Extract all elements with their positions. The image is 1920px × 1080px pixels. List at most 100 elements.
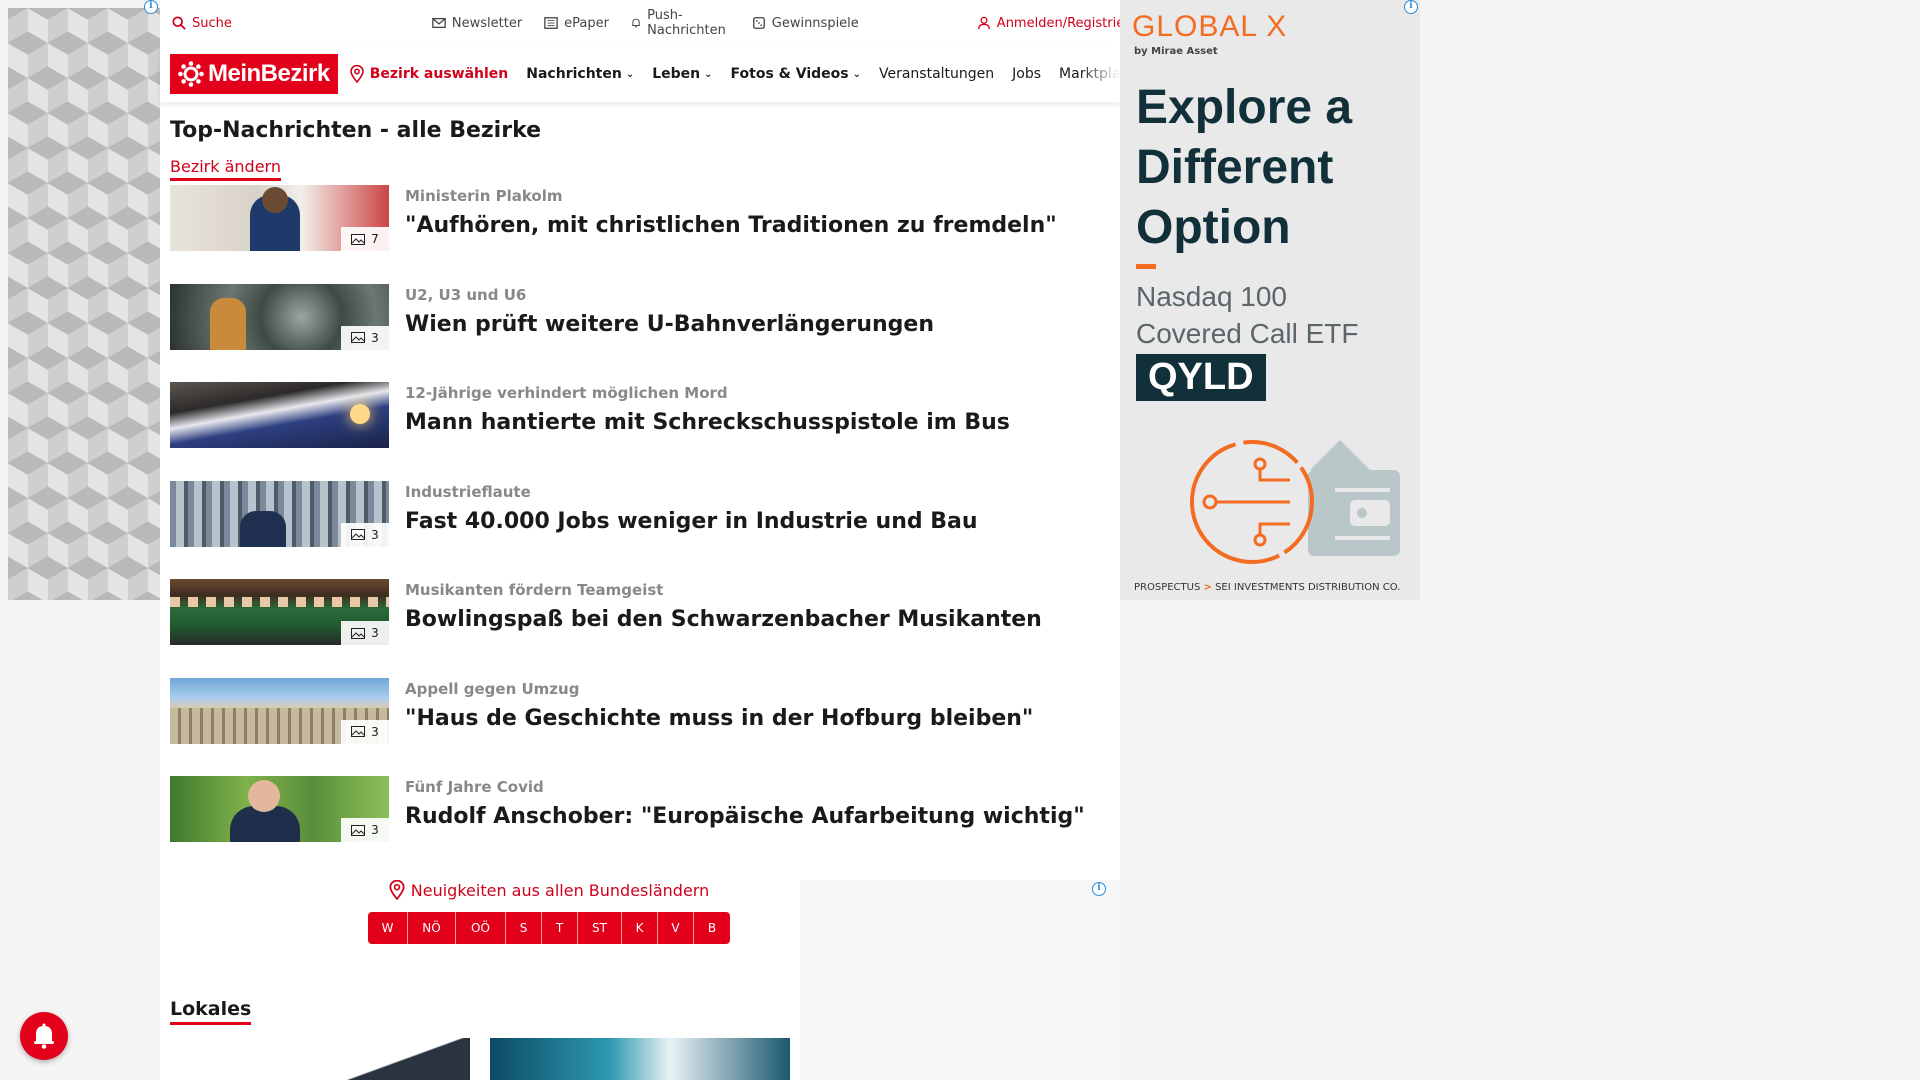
ad-ticker: QYLD xyxy=(1136,354,1266,401)
location-pin-icon xyxy=(389,880,405,900)
ad-circuit-wallet-icon xyxy=(1190,440,1400,564)
gallery-icon xyxy=(351,627,366,639)
news-item[interactable]: 3 Industrieflaute Fast 40.000 Jobs wenig… xyxy=(160,480,1120,580)
news-kicker: Musikanten fördern Teamgeist xyxy=(405,581,664,599)
nav-jobs[interactable]: Jobs xyxy=(1012,66,1041,82)
nav-veranstaltungen[interactable]: Veranstaltungen xyxy=(879,66,994,82)
state-pill-noe[interactable]: NÖ xyxy=(408,912,456,944)
state-pill-t[interactable]: T xyxy=(542,912,578,944)
left-skin-ad[interactable] xyxy=(8,8,160,600)
dice-icon xyxy=(752,17,765,29)
main-navbar: MeinBezirk Bezirk auswählen Nachrichten … xyxy=(160,46,1120,102)
lokales-thumbnail[interactable] xyxy=(170,1038,470,1080)
ad-info-icon[interactable]: i xyxy=(1404,0,1418,14)
ad-brand: GLOBAL X xyxy=(1132,10,1288,43)
news-text: Appell gegen Umzug "Haus de Geschichte m… xyxy=(405,678,1033,777)
news-text: Industrieflaute Fast 40.000 Jobs weniger… xyxy=(405,481,978,580)
logo-text: MeinBezirk xyxy=(208,60,330,87)
news-text: 12-Jährige verhindert möglichen Mord Man… xyxy=(405,382,1010,481)
chevron-down-icon: ⌄ xyxy=(704,68,713,80)
news-thumbnail[interactable]: 3 xyxy=(170,677,389,744)
news-text: U2, U3 und U6 Wien prüft weitere U-Bahnv… xyxy=(405,284,934,383)
states-section: Neuigkeiten aus allen Bundesländern W NÖ… xyxy=(299,880,799,944)
bell-icon xyxy=(632,18,640,28)
state-pill-w[interactable]: W xyxy=(368,912,408,944)
push-link[interactable]: Push-Nachrichten xyxy=(631,8,730,38)
photo-count-badge: 3 xyxy=(341,818,389,842)
epaper-link[interactable]: ePaper xyxy=(544,16,609,31)
state-pill-s[interactable]: S xyxy=(506,912,542,944)
news-item[interactable]: 3 Musikanten fördern Teamgeist Bowlingsp… xyxy=(160,579,1120,678)
lokales-thumbnail[interactable] xyxy=(490,1038,790,1080)
news-headline[interactable]: Fast 40.000 Jobs weniger in Industrie un… xyxy=(405,509,978,534)
ad-sub-line: Covered Call ETF xyxy=(1136,318,1359,349)
news-headline[interactable]: "Aufhören, mit christlichen Traditionen … xyxy=(405,213,1057,238)
nav-fotos-videos[interactable]: Fotos & Videos ⌄ xyxy=(731,66,861,82)
news-kicker: 12-Jährige verhindert möglichen Mord xyxy=(405,384,728,402)
news-item[interactable]: 12-Jährige verhindert möglichen Mord Man… xyxy=(160,382,1120,481)
news-headline[interactable]: Bowlingspaß bei den Schwarzenbacher Musi… xyxy=(405,607,1042,632)
push-label: Push-Nachrichten xyxy=(647,8,726,38)
newsletter-link[interactable]: Newsletter xyxy=(432,16,522,31)
news-headline[interactable]: Mann hantierte mit Schreckschusspistole … xyxy=(405,410,1010,435)
nav-nachrichten[interactable]: Nachrichten ⌄ xyxy=(526,66,634,82)
search-button[interactable]: Suche xyxy=(172,16,232,31)
inline-ad-slot[interactable] xyxy=(800,880,1120,1080)
news-thumbnail[interactable]: 3 xyxy=(170,776,389,842)
ad-sub-line: Nasdaq 100 xyxy=(1136,281,1288,312)
news-text: Ministerin Plakolm "Aufhören, mit christ… xyxy=(405,185,1057,284)
nav-leben[interactable]: Leben ⌄ xyxy=(652,66,712,82)
news-thumbnail[interactable]: 7 xyxy=(170,185,389,251)
nav-fade-overlay xyxy=(1080,46,1120,102)
gewinnspiele-label: Gewinnspiele xyxy=(771,15,859,31)
right-ad-banner[interactable]: GLOBAL X by Mirae Asset Explore a Differ… xyxy=(1120,0,1420,600)
gewinnspiele-link[interactable]: Gewinnspiele xyxy=(752,16,859,31)
news-thumbnail[interactable]: 3 xyxy=(170,579,389,645)
gallery-icon xyxy=(351,529,366,540)
news-text: Musikanten fördern Teamgeist Bowlingspaß… xyxy=(405,579,1042,678)
state-pill-st[interactable]: ST xyxy=(578,912,622,944)
news-headline[interactable]: Wien prüft weitere U-Bahnverlängerungen xyxy=(405,312,934,337)
gallery-icon xyxy=(351,726,366,737)
bezirk-select-button[interactable]: Bezirk auswählen xyxy=(349,65,509,83)
ad-info-icon[interactable]: i xyxy=(1092,882,1106,896)
news-thumbnail[interactable] xyxy=(170,382,389,448)
news-item[interactable]: 3 Fünf Jahre Covid Rudolf Anschober: "Eu… xyxy=(160,776,1120,875)
push-notification-button[interactable] xyxy=(20,1012,68,1060)
epaper-label: ePaper xyxy=(564,15,609,31)
state-pill-b[interactable]: B xyxy=(694,912,730,944)
change-bezirk-link[interactable]: Bezirk ändern xyxy=(170,157,281,181)
state-pill-ooe[interactable]: OÖ xyxy=(456,912,506,944)
page-title: Top-Nachrichten - alle Bezirke xyxy=(170,118,542,143)
thumb-figure xyxy=(240,510,286,547)
states-link[interactable]: Neuigkeiten aus allen Bundesländern xyxy=(299,880,799,900)
ad-headline: Explore a Different Option xyxy=(1136,78,1352,258)
ad-info-icon[interactable]: i xyxy=(144,0,158,14)
search-label: Suche xyxy=(192,15,232,31)
photo-count-badge: 7 xyxy=(341,227,389,251)
ad-footer-separator: > xyxy=(1203,582,1212,593)
news-item[interactable]: 3 U2, U3 und U6 Wien prüft weitere U-Bah… xyxy=(160,283,1120,383)
logo-sun-icon xyxy=(178,61,204,87)
photo-count-badge: 3 xyxy=(341,325,389,350)
news-item[interactable]: 3 Appell gegen Umzug "Haus de Geschichte… xyxy=(160,677,1120,777)
ad-distributor: SEI INVESTMENTS DISTRIBUTION CO. xyxy=(1215,582,1401,593)
ad-headline-line: Different xyxy=(1136,141,1334,194)
chevron-down-icon: ⌄ xyxy=(625,68,635,80)
news-kicker: Ministerin Plakolm xyxy=(405,187,563,205)
news-thumbnail[interactable]: 3 xyxy=(170,283,389,350)
lokales-heading[interactable]: Lokales xyxy=(170,998,252,1025)
news-headline[interactable]: Rudolf Anschober: "Europäische Aufarbeit… xyxy=(405,804,1085,829)
news-thumbnail[interactable]: 3 xyxy=(170,480,389,547)
ad-prospectus[interactable]: PROSPECTUS xyxy=(1134,582,1200,593)
news-headline[interactable]: "Haus de Geschichte muss in der Hofburg … xyxy=(405,706,1033,731)
state-pill-v[interactable]: V xyxy=(658,912,694,944)
site-logo[interactable]: MeinBezirk xyxy=(170,54,338,94)
photo-count: 3 xyxy=(371,724,379,739)
nav-fotos-videos-label: Fotos & Videos xyxy=(730,66,849,82)
news-item[interactable]: 7 Ministerin Plakolm "Aufhören, mit chri… xyxy=(160,185,1120,284)
mail-icon xyxy=(432,17,446,29)
bezirk-label: Bezirk auswählen xyxy=(369,66,509,82)
ad-footer[interactable]: PROSPECTUS > SEI INVESTMENTS DISTRIBUTIO… xyxy=(1134,582,1400,593)
state-pill-k[interactable]: K xyxy=(622,912,658,944)
